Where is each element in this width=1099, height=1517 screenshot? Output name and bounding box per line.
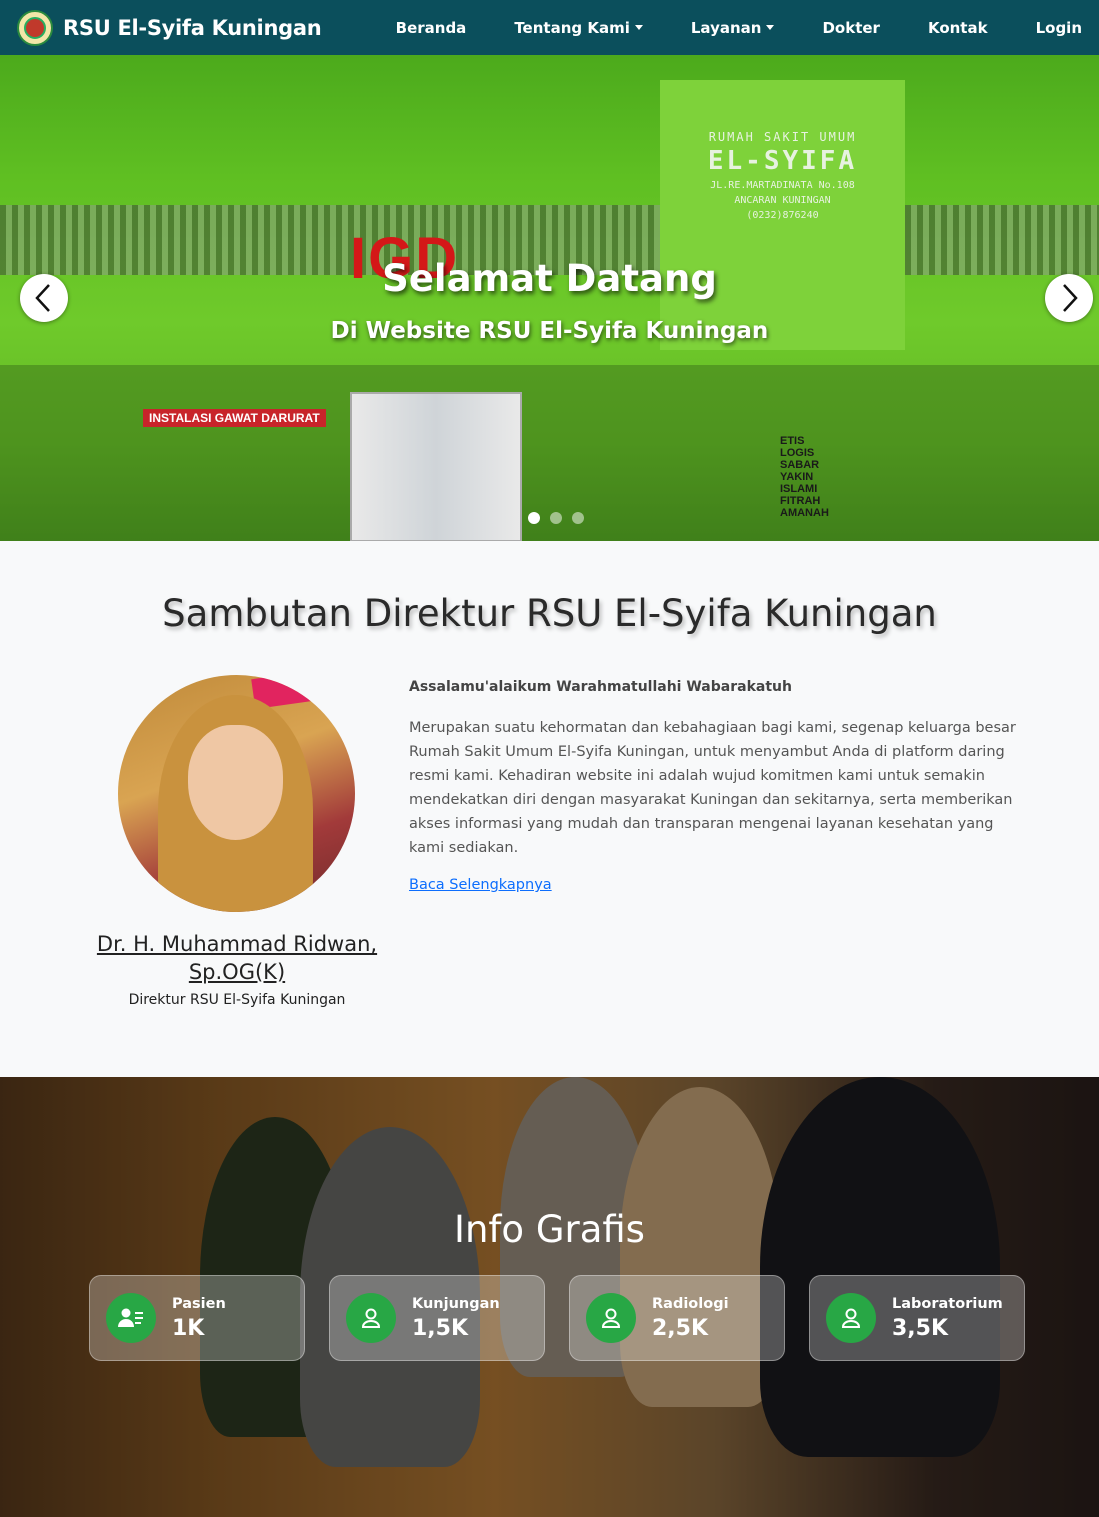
- stat-value: 1K: [172, 1315, 205, 1341]
- user-list-icon: [106, 1293, 156, 1343]
- nav-item-tentang-kami[interactable]: Tentang Kami: [514, 19, 643, 37]
- nav-label: Login: [1035, 18, 1082, 37]
- user-icon: [346, 1293, 396, 1343]
- stat-value: 3,5K: [892, 1315, 949, 1341]
- stat-value: 1,5K: [412, 1315, 469, 1341]
- section-title: Sambutan Direktur RSU El-Syifa Kuningan: [162, 592, 937, 635]
- brand[interactable]: RSU El-Syifa Kuningan: [17, 9, 322, 46]
- nav-item-kontak[interactable]: Kontak: [928, 19, 988, 37]
- hero-subtitle: Di Website RSU El-Syifa Kuningan: [330, 318, 769, 344]
- user-icon: [586, 1293, 636, 1343]
- hero-carousel: RUMAH SAKIT UMUM EL-SYIFA JL.RE.MARTADIN…: [0, 55, 1099, 541]
- tower-text: EL-SYIFA: [707, 146, 858, 176]
- tower-signage: RUMAH SAKIT UMUM EL-SYIFA JL.RE.MARTADIN…: [660, 130, 905, 221]
- brand-name: RSU El-Syifa Kuningan: [63, 15, 322, 40]
- caret-down-icon: [766, 25, 775, 30]
- user-icon: [826, 1293, 876, 1343]
- carousel-next-button[interactable]: [1045, 274, 1093, 322]
- info-title: Info Grafis: [454, 1208, 645, 1251]
- nav-item-beranda[interactable]: Beranda: [396, 19, 467, 37]
- director-name[interactable]: Dr. H. Muhammad Ridwan, Sp.OG(K): [80, 930, 394, 986]
- tower-text: RUMAH SAKIT UMUM: [708, 130, 857, 144]
- values-emblem: ETIS LOGIS SABAR YAKIN ISLAMI FITRAH AMA…: [780, 435, 829, 519]
- nav-label: Beranda: [395, 18, 467, 37]
- director-role: Direktur RSU El-Syifa Kuningan: [128, 992, 346, 1008]
- nav-label: Kontak: [927, 18, 988, 37]
- stat-card-radiologi: Radiologi 2,5K: [569, 1275, 785, 1361]
- tower-text: ANCARAN KUNINGAN: [734, 195, 831, 206]
- hero-title: Selamat Datang: [382, 257, 717, 300]
- nav-item-login[interactable]: Login: [1036, 19, 1082, 37]
- emblem-word: FITRAH: [780, 495, 821, 507]
- emblem-word: YAKIN: [780, 471, 814, 483]
- chevron-left-icon: [35, 284, 50, 312]
- tower-text: JL.RE.MARTADINATA No.108: [710, 180, 855, 191]
- hospital-logo-icon: [17, 9, 53, 46]
- emergency-sign: INSTALASI GAWAT DARURAT: [143, 409, 326, 427]
- emblem-word: SABAR: [780, 459, 820, 471]
- stat-label: Kunjungan: [412, 1295, 500, 1312]
- carousel-dot-1[interactable]: [528, 512, 540, 524]
- emblem-word: LOGIS: [780, 447, 815, 459]
- stat-card-laboratorium: Laboratorium 3,5K: [809, 1275, 1025, 1361]
- carousel-dot-3[interactable]: [572, 512, 584, 524]
- stat-label: Laboratorium: [892, 1295, 1003, 1312]
- carousel-indicators: [528, 512, 594, 524]
- director-photo: [118, 675, 355, 912]
- carousel-prev-button[interactable]: [20, 274, 68, 322]
- welcome-text: Merupakan suatu kehormatan dan kebahagia…: [409, 720, 1016, 856]
- carousel-dot-2[interactable]: [550, 512, 562, 524]
- nav-label: Dokter: [822, 18, 880, 37]
- navbar: RSU El-Syifa Kuningan Beranda Tentang Ka…: [0, 0, 1099, 55]
- stat-card-pasien: Pasien 1K: [89, 1275, 305, 1361]
- stat-label: Pasien: [172, 1295, 226, 1312]
- nav-item-dokter[interactable]: Dokter: [822, 19, 879, 37]
- stat-card-kunjungan: Kunjungan 1,5K: [329, 1275, 545, 1361]
- greeting: Assalamu'alaikum Warahmatullahi Wabaraka…: [409, 679, 792, 695]
- emblem-word: ETIS: [780, 435, 805, 447]
- stat-value: 2,5K: [652, 1315, 709, 1341]
- tower-text: (0232)876240: [746, 210, 819, 221]
- nav-label: Tentang Kami: [514, 18, 630, 37]
- stat-label: Radiologi: [652, 1295, 729, 1312]
- read-more-link[interactable]: Baca Selengkapnya: [409, 877, 552, 893]
- nav-menu: Beranda Tentang Kami Layanan Dokter Kont…: [396, 0, 1099, 55]
- nav-item-layanan[interactable]: Layanan: [691, 19, 775, 37]
- entrance-door: [350, 392, 522, 541]
- emblem-word: ISLAMI: [780, 483, 818, 495]
- caret-down-icon: [634, 25, 643, 30]
- chevron-right-icon: [1063, 284, 1078, 312]
- nav-label: Layanan: [690, 18, 762, 37]
- emblem-word: AMANAH: [780, 507, 829, 519]
